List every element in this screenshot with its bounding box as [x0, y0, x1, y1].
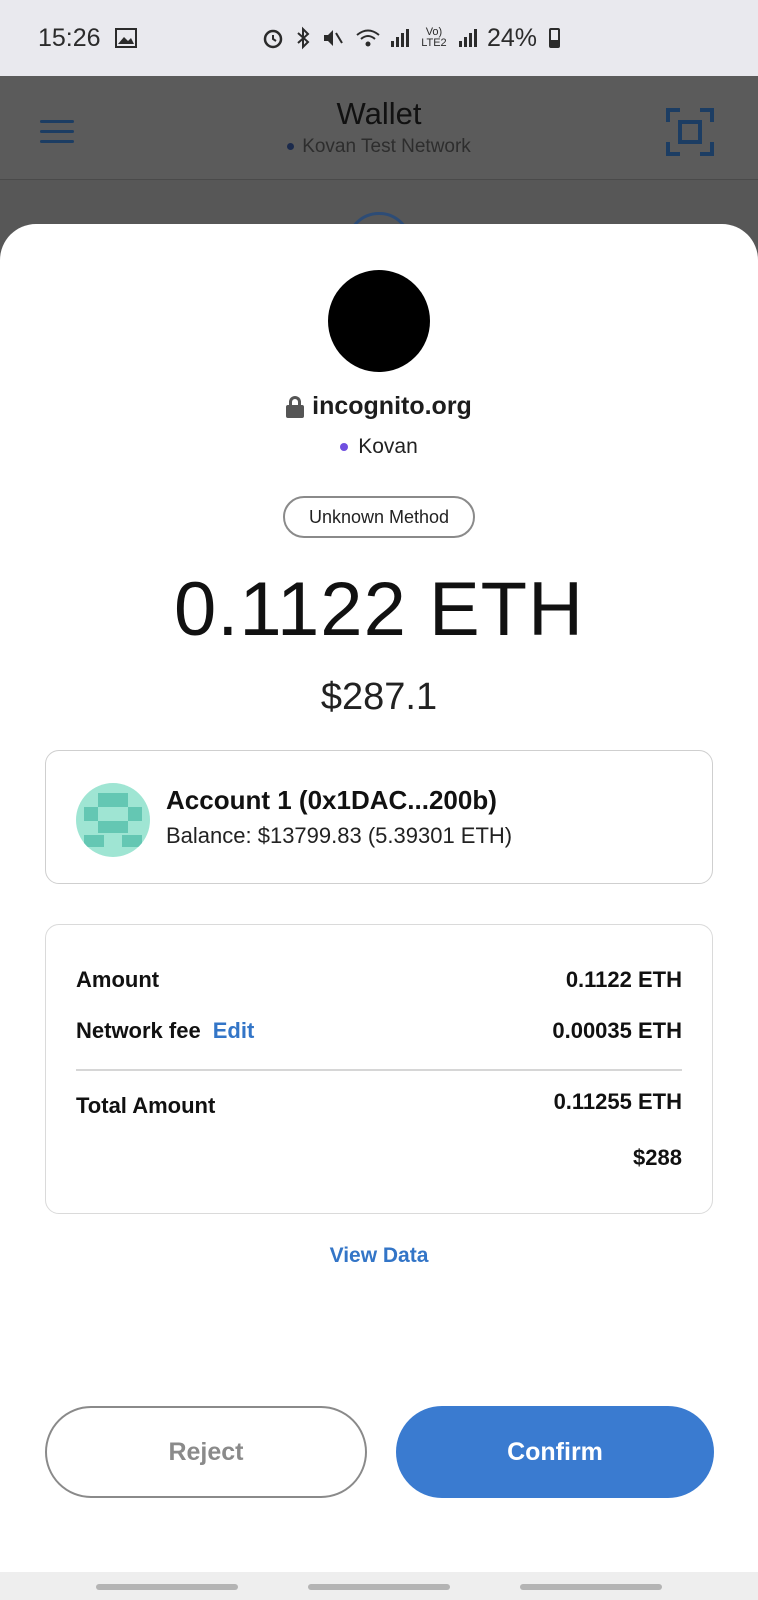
network-dot-icon: [287, 143, 295, 151]
transaction-summary: Amount 0.1122 ETH Network fee Edit 0.0003…: [45, 924, 713, 1214]
back-handle[interactable]: [520, 1584, 662, 1590]
edit-fee-link[interactable]: Edit: [213, 1018, 255, 1043]
network-name: Kovan Test Network: [302, 136, 471, 157]
wifi-icon: [355, 27, 381, 49]
transaction-sheet: incognito.org Kovan Unknown Method 0.112…: [0, 224, 758, 1572]
recent-apps-handle[interactable]: [96, 1584, 238, 1590]
network-indicator[interactable]: Kovan Test Network: [0, 136, 758, 158]
account-name: Account 1 (0x1DAC...200b): [166, 785, 497, 815]
site-favicon: [328, 270, 430, 372]
amount-eth: 0.1122 ETH: [174, 567, 584, 652]
account-avatar: [76, 783, 150, 857]
total-eth: 0.11255 ETH: [553, 1089, 682, 1114]
account-card[interactable]: Account 1 (0x1DAC...200b) Balance: $1379…: [45, 750, 713, 884]
signal-icon: [390, 29, 409, 47]
total-row: Total Amount 0.11255 ETH: [76, 1089, 682, 1119]
network-dot-icon: [340, 443, 349, 452]
method-badge: Unknown Method: [283, 496, 475, 538]
view-data-link[interactable]: View Data: [0, 1244, 758, 1268]
app-header: Wallet Kovan Test Network: [0, 76, 758, 180]
divider: [76, 1069, 682, 1071]
page-title: Wallet: [336, 96, 422, 131]
account-balance: Balance: $13799.83 (5.39301 ETH): [166, 823, 513, 848]
fee-value: 0.00035 ETH: [552, 1018, 682, 1043]
status-icons: Vo) LTE2 24%: [261, 24, 560, 53]
site-origin: incognito.org: [0, 392, 758, 421]
mute-icon: [321, 26, 345, 50]
scan-qr-icon[interactable]: [666, 108, 714, 156]
request-network: Kovan: [0, 435, 758, 459]
amount-label: Amount: [76, 967, 160, 992]
total-usd-row: $288: [76, 1145, 682, 1171]
signal-icon-2: [458, 29, 477, 47]
system-nav-bar: [0, 1572, 758, 1600]
fee-label: Network fee: [76, 1018, 201, 1043]
amount-value: 0.1122 ETH: [565, 967, 682, 992]
confirm-button[interactable]: Confirm: [396, 1406, 714, 1498]
reject-button[interactable]: Reject: [45, 1406, 367, 1498]
battery-percent: 24%: [486, 23, 537, 52]
total-label: Total Amount: [76, 1093, 216, 1118]
battery-icon: [549, 28, 560, 48]
lte-label: Vo) LTE2: [421, 26, 447, 49]
home-handle[interactable]: [308, 1584, 450, 1590]
amount-row: Amount 0.1122 ETH: [76, 967, 682, 993]
status-time: 15:26: [38, 23, 101, 52]
site-name: incognito.org: [312, 392, 472, 420]
status-bar: 15:26 Vo) LTE2 24%: [0, 0, 758, 76]
lock-icon: [286, 395, 305, 418]
bluetooth-icon: [295, 26, 311, 50]
total-usd: $288: [633, 1145, 682, 1170]
request-network-name: Kovan: [358, 435, 418, 458]
image-icon: [114, 28, 137, 48]
network-fee-row: Network fee Edit 0.00035 ETH: [76, 1018, 682, 1044]
amount-usd: $287.1: [320, 676, 438, 718]
alarm-icon: [261, 26, 285, 50]
